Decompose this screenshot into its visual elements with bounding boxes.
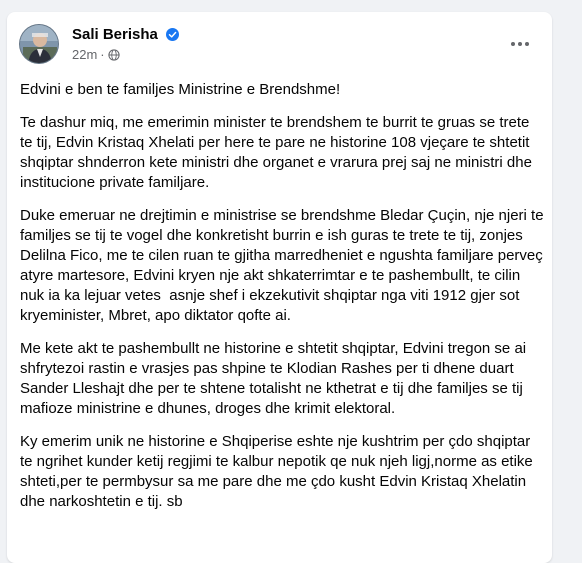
author-name[interactable]: Sali Berisha [72, 26, 158, 43]
post-card: Sali Berisha 22m · Edvini e ben te familj… [7, 12, 552, 563]
verified-badge-icon [166, 28, 180, 41]
post-meta: 22m · [72, 47, 120, 63]
meta-separator: · [100, 47, 105, 62]
avatar-photo-icon [20, 25, 58, 63]
author-avatar[interactable] [19, 24, 59, 64]
post-paragraph: Me kete akt te pashembullt ne historine … [20, 340, 531, 417]
post-paragraph: Ky emerim unik ne historine e Shqiperise… [20, 433, 537, 510]
post-timestamp[interactable]: 22m [72, 47, 97, 62]
post-paragraph: Duke emeruar ne drejtimin e ministrise s… [20, 207, 548, 324]
more-options-button[interactable] [504, 28, 536, 60]
post-paragraph: Te dashur miq, me emerimin minister te b… [20, 114, 537, 191]
post-header: Sali Berisha 22m · [19, 24, 540, 66]
post-paragraph: Edvini e ben te familjes Ministrine e Br… [20, 81, 341, 98]
more-options-dot [525, 42, 529, 46]
more-options-icon [511, 42, 515, 46]
post-body: Edvini e ben te familjes Ministrine e Br… [20, 80, 544, 525]
author-name-row: Sali Berisha [72, 26, 180, 44]
more-options-dot [518, 42, 522, 46]
globe-icon[interactable] [108, 49, 120, 61]
